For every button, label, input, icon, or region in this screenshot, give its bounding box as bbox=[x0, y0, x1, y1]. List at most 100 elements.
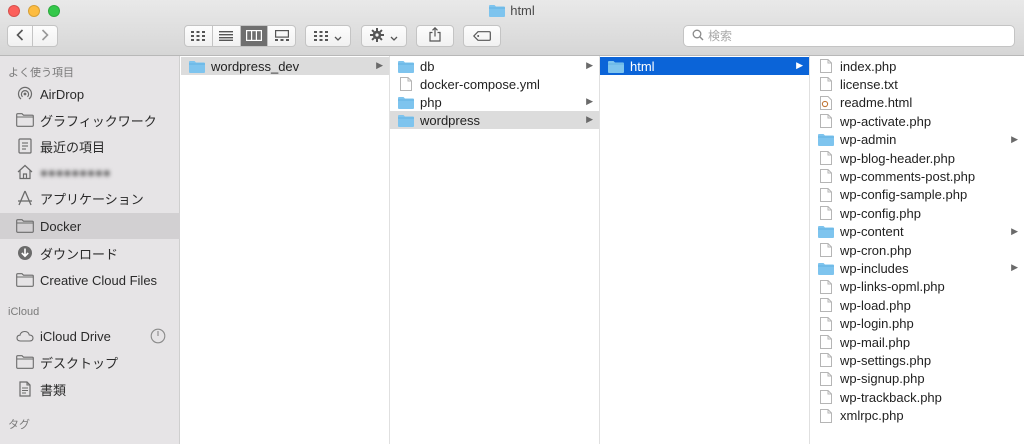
window-title-text: html bbox=[510, 3, 535, 18]
window-title: html bbox=[0, 3, 1024, 20]
sidebar-item-icloud-drive[interactable]: iCloud Drive bbox=[0, 323, 180, 349]
sidebar-item-recents[interactable]: 最近の項目 bbox=[0, 133, 180, 159]
folder-icon bbox=[818, 261, 834, 275]
share-button[interactable] bbox=[416, 25, 454, 47]
sync-progress-icon bbox=[150, 328, 166, 347]
folder-icon bbox=[189, 59, 205, 73]
sidebar-item-downloads[interactable]: ダウンロード bbox=[0, 240, 180, 266]
list-item-file[interactable]: wp-links-opml.php bbox=[810, 278, 1024, 296]
list-icon bbox=[219, 29, 234, 44]
sidebar-item-label: 最近の項目 bbox=[40, 139, 106, 155]
sidebar-item-desktop[interactable]: デスクトップ bbox=[0, 349, 180, 375]
tags-header: タグ bbox=[8, 419, 30, 431]
list-item-folder[interactable]: php ▶ bbox=[390, 93, 599, 111]
folder-icon bbox=[398, 95, 414, 109]
sidebar-item-label: デスクトップ bbox=[40, 355, 119, 371]
document-icon bbox=[818, 316, 834, 331]
list-item-file[interactable]: wp-trackback.php bbox=[810, 388, 1024, 406]
list-item-folder[interactable]: wordpress_dev ▶ bbox=[181, 57, 389, 75]
item-label: wp-config.php bbox=[840, 205, 921, 221]
sidebar: よく使う項目 AirDrop グラフィックワーク 最近の項目 ●●●●●●●●●… bbox=[0, 56, 180, 444]
documents-icon bbox=[16, 380, 34, 398]
search-icon bbox=[692, 29, 704, 44]
list-item-file[interactable]: license.txt bbox=[810, 75, 1024, 93]
chevron-right-icon bbox=[41, 28, 49, 44]
group-by-button[interactable] bbox=[305, 25, 351, 47]
list-item-file[interactable]: wp-mail.php bbox=[810, 333, 1024, 351]
list-item-file[interactable]: wp-config.php bbox=[810, 204, 1024, 222]
sidebar-item-documents[interactable]: 書類 bbox=[0, 376, 180, 402]
back-button[interactable] bbox=[8, 26, 33, 46]
item-label: wp-trackback.php bbox=[840, 389, 942, 405]
sidebar-item-docker[interactable]: Docker bbox=[0, 213, 180, 239]
folder-icon bbox=[818, 225, 834, 239]
sidebar-item-applications[interactable]: アプリケーション bbox=[0, 185, 180, 211]
disclosure-arrow-icon: ▶ bbox=[376, 60, 383, 70]
cloud-icon bbox=[16, 327, 34, 345]
document-icon bbox=[818, 169, 834, 184]
list-view-button[interactable] bbox=[213, 26, 241, 46]
item-label: wordpress bbox=[420, 112, 480, 128]
sidebar-item-airdrop[interactable]: AirDrop bbox=[0, 81, 180, 107]
disclosure-arrow-icon: ▶ bbox=[796, 60, 803, 70]
list-item-file[interactable]: readme.html bbox=[810, 94, 1024, 112]
item-label: wp-includes bbox=[840, 260, 909, 276]
sidebar-item-graphic-work[interactable]: グラフィックワーク bbox=[0, 107, 180, 133]
list-item-folder[interactable]: db ▶ bbox=[390, 57, 599, 75]
list-item-file[interactable]: wp-blog-header.php bbox=[810, 149, 1024, 167]
finder-window: html 検索 よく使う項目 AirDrop グラフィックワーク 最近の項目 ●… bbox=[0, 0, 1024, 444]
search-input[interactable] bbox=[708, 29, 988, 43]
list-item-folder[interactable]: wordpress ▶ bbox=[390, 111, 599, 129]
document-icon bbox=[818, 206, 834, 221]
back-forward-control bbox=[7, 25, 58, 47]
icon-view-button[interactable] bbox=[185, 26, 213, 46]
list-item-file[interactable]: wp-settings.php bbox=[810, 351, 1024, 369]
list-item-file[interactable]: wp-signup.php bbox=[810, 370, 1024, 388]
column-view-button[interactable] bbox=[240, 26, 269, 46]
document-icon bbox=[818, 77, 834, 92]
list-item-file[interactable]: wp-load.php bbox=[810, 296, 1024, 314]
folder-icon bbox=[608, 59, 624, 73]
list-item-folder[interactable]: html ▶ bbox=[600, 57, 809, 75]
item-label: php bbox=[420, 94, 442, 110]
disclosure-arrow-icon: ▶ bbox=[1011, 225, 1018, 236]
edit-tags-button[interactable] bbox=[463, 25, 501, 47]
list-item-file[interactable]: docker-compose.yml bbox=[390, 75, 599, 93]
toolbar: html bbox=[0, 0, 1024, 56]
item-label: wp-config-sample.php bbox=[840, 187, 968, 203]
folder-icon bbox=[16, 217, 34, 235]
sidebar-item-label: iCloud Drive bbox=[40, 328, 111, 344]
list-item-file[interactable]: wp-config-sample.php bbox=[810, 186, 1024, 204]
folder-icon bbox=[16, 111, 34, 129]
item-label: wp-load.php bbox=[840, 297, 911, 313]
list-item-file[interactable]: xmlrpc.php bbox=[810, 407, 1024, 425]
gallery-view-button[interactable] bbox=[268, 26, 295, 46]
search-field[interactable] bbox=[683, 25, 1015, 47]
document-icon bbox=[818, 298, 834, 313]
list-item-folder[interactable]: wp-content ▶ bbox=[810, 223, 1024, 241]
disclosure-arrow-icon: ▶ bbox=[1011, 262, 1018, 273]
column-3: html ▶ bbox=[600, 56, 810, 444]
sidebar-item-creative-cloud[interactable]: Creative Cloud Files bbox=[0, 267, 180, 293]
gear-icon bbox=[370, 27, 384, 45]
forward-button[interactable] bbox=[33, 26, 57, 46]
list-item-file[interactable]: wp-comments-post.php bbox=[810, 167, 1024, 185]
action-menu-button[interactable] bbox=[361, 25, 407, 47]
list-item-file[interactable]: index.php bbox=[810, 57, 1024, 75]
document-icon bbox=[818, 59, 834, 73]
columns-icon bbox=[245, 29, 262, 44]
list-item-file[interactable]: wp-activate.php bbox=[810, 112, 1024, 130]
chevron-left-icon bbox=[16, 28, 24, 44]
item-label: wp-links-opml.php bbox=[840, 279, 945, 295]
list-item-file[interactable]: wp-cron.php bbox=[810, 241, 1024, 259]
sidebar-item-label: Creative Cloud Files bbox=[40, 272, 158, 288]
favorites-header: よく使う項目 bbox=[8, 67, 74, 79]
list-item-folder[interactable]: wp-includes ▶ bbox=[810, 259, 1024, 277]
group-grid-icon bbox=[314, 29, 328, 44]
sidebar-item-home[interactable]: ●●●●●●●●● bbox=[0, 159, 180, 185]
list-item-file[interactable]: wp-login.php bbox=[810, 315, 1024, 333]
document-icon bbox=[818, 353, 834, 368]
list-item-folder[interactable]: wp-admin ▶ bbox=[810, 131, 1024, 149]
document-icon bbox=[818, 335, 834, 349]
sidebar-item-label: 書類 bbox=[40, 382, 67, 398]
